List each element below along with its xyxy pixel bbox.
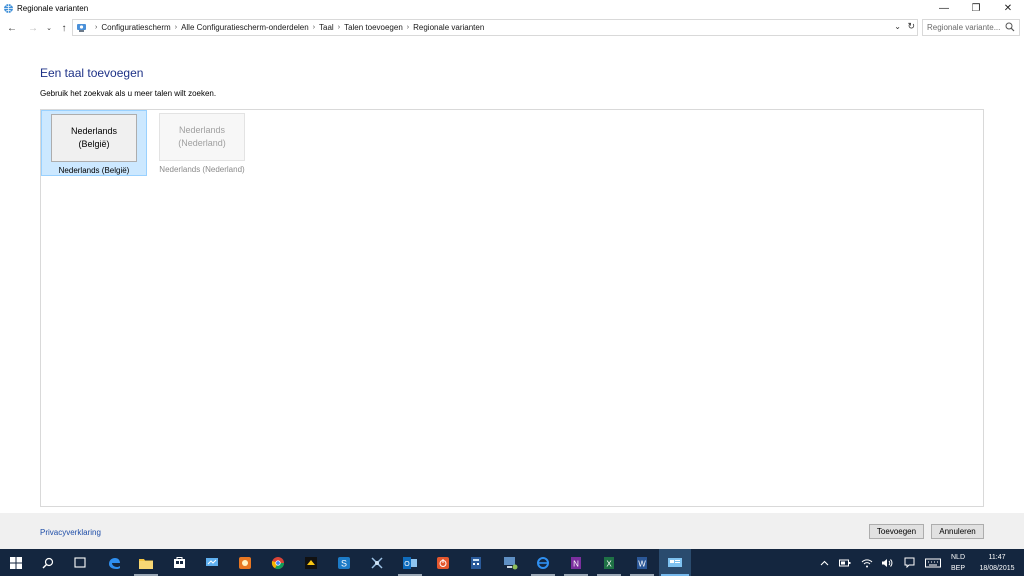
breadcrumb-item[interactable]: Configuratiescherm	[101, 23, 170, 32]
sticky-app-icon[interactable]	[295, 549, 327, 576]
language-name: Nederlands	[178, 125, 226, 135]
volume-icon[interactable]	[880, 549, 894, 576]
cancel-button[interactable]: Annuleren	[931, 524, 984, 539]
calculator-icon[interactable]	[460, 549, 492, 576]
control-panel-taskbar-icon[interactable]	[659, 549, 691, 576]
search-icon[interactable]	[32, 549, 64, 576]
excel-icon[interactable]: X	[593, 549, 625, 576]
skype-business-icon[interactable]: S	[328, 549, 360, 576]
address-bar: ← → ⌄ ↑ › Configuratiescherm › Alle Conf…	[0, 18, 1024, 38]
page-title: Een taal toevoegen	[40, 66, 144, 80]
back-button[interactable]: ←	[5, 20, 19, 36]
privacy-link[interactable]: Privacyverklaring	[40, 528, 101, 537]
breadcrumb-item[interactable]: Taal	[319, 23, 334, 32]
input-language-indicator[interactable]: NLD BEP	[951, 552, 965, 574]
clock-time: 11:47	[988, 554, 1006, 561]
internet-explorer-icon[interactable]	[527, 549, 559, 576]
battery-icon[interactable]	[838, 549, 852, 576]
show-hidden-icons-icon[interactable]	[818, 549, 830, 576]
task-view-icon[interactable]	[64, 549, 96, 576]
refresh-icon[interactable]: ↻	[907, 21, 915, 32]
control-panel-icon	[75, 22, 87, 34]
network-tool-icon[interactable]	[361, 549, 393, 576]
breadcrumb-separator: ›	[174, 24, 178, 31]
wifi-icon[interactable]	[860, 549, 874, 576]
onenote-icon[interactable]: N	[560, 549, 592, 576]
clock[interactable]: 11:47 18/08/2015	[974, 552, 1020, 574]
network-computer-icon[interactable]	[494, 549, 526, 576]
keyboard-layout-code: BEP	[951, 565, 966, 572]
breadcrumb-separator: ›	[406, 24, 410, 31]
svg-text:S: S	[341, 558, 347, 568]
restore-button[interactable]: ❐	[960, 0, 992, 16]
language-tile-box: Nederlands (België)	[51, 114, 137, 162]
control-panel-globe-icon	[2, 2, 14, 14]
window-controls: — ❐ ✕	[928, 0, 1024, 16]
svg-text:X: X	[606, 559, 612, 568]
outlook-icon[interactable]: O	[394, 549, 426, 576]
window-title: Regionale varianten	[17, 3, 89, 13]
address-dropdown-icon[interactable]: ⌄	[894, 22, 901, 31]
svg-text:W: W	[638, 559, 646, 568]
language-name: Nederlands	[70, 126, 118, 136]
remote-desktop-icon[interactable]	[196, 549, 228, 576]
action-center-icon[interactable]	[902, 549, 916, 576]
windows-start-icon[interactable]	[0, 549, 32, 576]
language-tile-nederlands-belgie[interactable]: Nederlands (België) Nederlands (België)	[41, 110, 147, 176]
language-caption: Nederlands (België)	[58, 166, 130, 175]
store-icon[interactable]	[163, 549, 195, 576]
breadcrumb[interactable]: › Configuratiescherm › Alle Configuratie…	[72, 19, 918, 36]
input-language-code: NLD	[951, 554, 966, 561]
file-explorer-icon[interactable]	[130, 549, 162, 576]
power-app-icon[interactable]	[427, 549, 459, 576]
forward-button[interactable]: →	[26, 20, 40, 36]
breadcrumb-separator: ›	[337, 24, 341, 31]
svg-text:N: N	[573, 559, 579, 568]
search-icon	[1005, 22, 1015, 32]
instruction-text: Gebruik het zoekvak als u meer talen wil…	[40, 89, 217, 98]
language-region: (België)	[78, 139, 110, 149]
touch-keyboard-icon[interactable]	[924, 549, 942, 576]
edge-icon[interactable]	[98, 549, 130, 576]
search-input[interactable]: Regionale variante...	[922, 19, 1020, 36]
language-list: Nederlands (België) Nederlands (België) …	[40, 109, 984, 507]
breadcrumb-item[interactable]: Talen toevoegen	[344, 23, 403, 32]
up-button[interactable]: ↑	[57, 20, 71, 36]
minimize-button[interactable]: —	[928, 0, 960, 16]
breadcrumb-separator: ›	[95, 24, 98, 31]
clock-date: 18/08/2015	[979, 565, 1015, 572]
language-region: (Nederland)	[178, 138, 226, 148]
close-button[interactable]: ✕	[992, 0, 1024, 16]
recent-locations-button[interactable]: ⌄	[44, 20, 54, 36]
language-tile-box: Nederlands (Nederland)	[159, 113, 245, 161]
breadcrumb-item[interactable]: Regionale varianten	[413, 23, 484, 32]
add-button[interactable]: Toevoegen	[869, 524, 924, 539]
svg-text:O: O	[404, 561, 410, 568]
search-placeholder: Regionale variante...	[927, 23, 1001, 32]
title-bar: Regionale varianten — ❐ ✕	[0, 0, 1024, 16]
breadcrumb-separator: ›	[312, 24, 316, 31]
paint-app-icon[interactable]	[229, 549, 261, 576]
dialog-footer: Privacyverklaring Toevoegen Annuleren	[0, 513, 1024, 549]
taskbar: S O N X W NLD BEP 11:47 18/08/2015	[0, 549, 1024, 576]
word-icon[interactable]: W	[626, 549, 658, 576]
chrome-icon[interactable]	[262, 549, 294, 576]
language-caption: Nederlands (Nederland)	[159, 165, 245, 174]
breadcrumb-item[interactable]: Alle Configuratiescherm-onderdelen	[181, 23, 309, 32]
language-tile-nederlands-nederland: Nederlands (Nederland) Nederlands (Neder…	[149, 110, 255, 176]
